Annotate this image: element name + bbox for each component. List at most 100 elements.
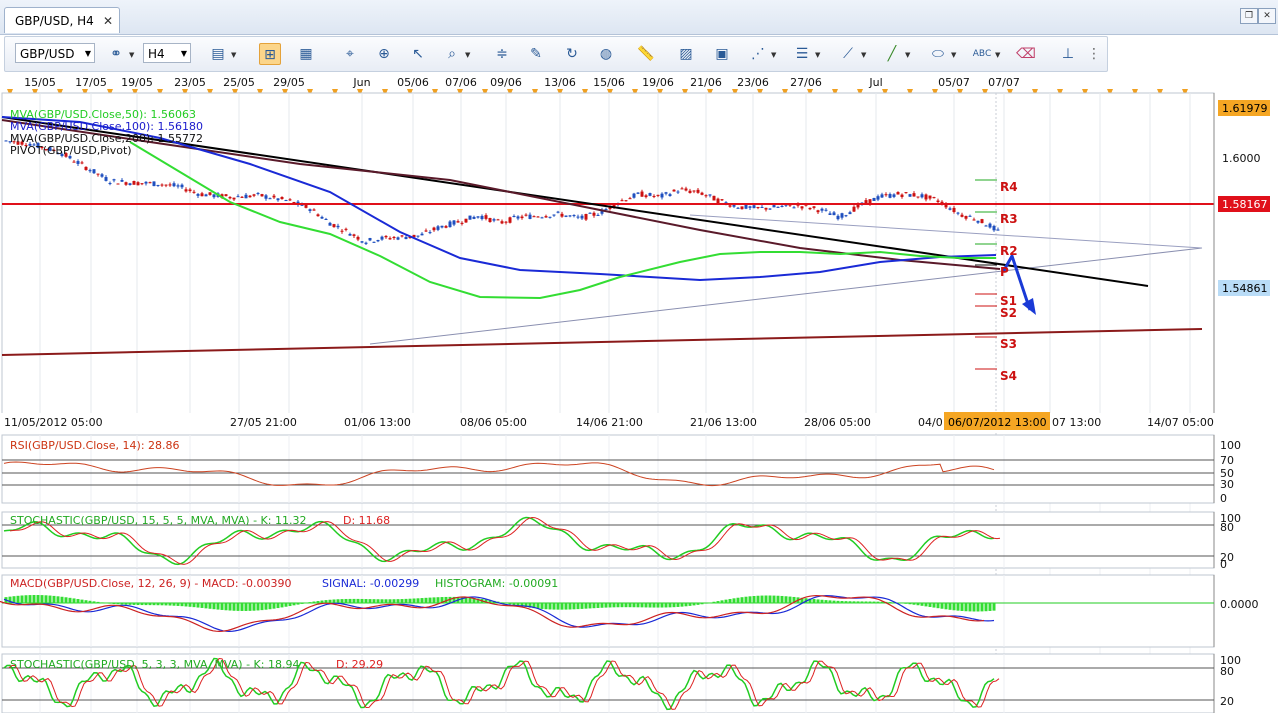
candle-body	[572, 215, 576, 217]
macd-histogram-bar	[872, 601, 876, 604]
panel-axis-label: 0.0000	[1220, 598, 1259, 611]
macd-histogram-bar	[124, 603, 128, 605]
candle-body	[520, 216, 524, 219]
bottom-date-label: 01/06 13:00	[344, 416, 411, 429]
restore-window-icon[interactable]: ❐	[1240, 8, 1258, 24]
candle-body	[676, 191, 680, 193]
macd-histogram-bar	[184, 603, 188, 607]
panel-axis-label: 80	[1220, 521, 1234, 534]
candle-body	[320, 216, 324, 219]
candle-body	[512, 215, 516, 217]
macd-histogram-bar	[768, 595, 772, 604]
candle-body	[368, 238, 372, 241]
indicator-icon[interactable]: ≑	[491, 43, 513, 65]
candle-body	[968, 215, 972, 217]
ruler-icon[interactable]: 📏	[635, 43, 657, 65]
macd-histogram-bar	[84, 600, 88, 604]
chart-type-icon[interactable]: ▤	[207, 43, 229, 65]
trendline-icon[interactable]: ⟋	[837, 43, 859, 65]
text-icon[interactable]: ABC	[971, 43, 993, 65]
macd-histogram-bar	[392, 599, 396, 604]
candle-body	[200, 193, 204, 197]
close-window-icon[interactable]: ✕	[1258, 8, 1276, 24]
candle-body	[492, 219, 496, 221]
cursor-icon[interactable]: ↖	[407, 43, 429, 65]
macd-histogram-bar	[316, 600, 320, 604]
chevron-down-icon[interactable]: ▼	[771, 51, 776, 59]
fibonacci-icon[interactable]: ⋰	[747, 43, 769, 65]
candle-body	[440, 225, 444, 228]
crosshair-icon[interactable]: ⌖	[339, 43, 361, 65]
refresh-icon[interactable]: ↻	[561, 43, 583, 65]
candle-body	[536, 216, 540, 218]
candle-body	[360, 241, 364, 243]
macd-histogram-bar	[840, 601, 844, 604]
chevron-down-icon[interactable]: ▼	[129, 51, 134, 59]
toolbar-overflow-icon[interactable]: ⋮	[1087, 43, 1101, 65]
top-date-label: 05/07	[938, 76, 970, 89]
candle-body	[80, 162, 84, 164]
magnifier-icon[interactable]: ⌕	[441, 43, 463, 65]
zoom-fit-icon[interactable]: ⊞	[259, 43, 281, 65]
candle-body	[472, 216, 476, 219]
macd-histogram-bar	[736, 597, 740, 604]
macd-histogram-bar	[616, 603, 620, 608]
candle-body	[912, 193, 916, 197]
chevron-down-icon[interactable]: ▼	[465, 51, 470, 59]
chart-tab[interactable]: GBP/USD, H4 ✕	[4, 7, 120, 33]
macd-histogram-bar	[776, 595, 780, 604]
candle-body	[356, 236, 360, 240]
chart-area[interactable]: 15/05 17/05 19/05 23/05 25/05 29/05 Jun 05/06 07…	[0, 72, 1278, 714]
shape-icon[interactable]: ⬭	[927, 43, 949, 65]
chevron-down-icon[interactable]: ▼	[951, 51, 956, 59]
macd-histogram-bar	[32, 595, 36, 604]
chevron-down-icon[interactable]: ▼	[815, 51, 820, 59]
pen-icon[interactable]: ╱	[881, 43, 903, 65]
candle-body	[316, 214, 320, 217]
candle-body	[604, 209, 608, 211]
window-titlebar: GBP/USD, H4 ✕ ❐ ✕	[0, 0, 1278, 35]
candle-body	[684, 188, 688, 191]
macd-histogram-bar	[820, 599, 824, 604]
lines-icon[interactable]: ☰	[791, 43, 813, 65]
candle-body	[992, 226, 996, 231]
data-window-icon[interactable]: ▦	[295, 43, 317, 65]
candle-body	[840, 213, 844, 218]
top-date-label: 25/05	[223, 76, 255, 89]
candle-body	[372, 241, 376, 243]
symbol-select[interactable]: GBP/USD ▼	[15, 43, 95, 63]
candle-body	[540, 217, 544, 219]
chevron-down-icon[interactable]: ▼	[905, 51, 910, 59]
candle-body	[516, 216, 520, 219]
eraser-icon[interactable]: ⌫	[1015, 43, 1037, 65]
macd-histogram-bar	[120, 603, 124, 605]
chart-toolbar: GBP/USD ▼ ⚭ ▼ H4 ▼ ▤ ▼ ⊞ ▦ ⌖ ⊕ ↖ ⌕ ▼ ≑ ✎ ↻…	[4, 36, 1108, 72]
draw-icon[interactable]: ✎	[525, 43, 547, 65]
globe-icon[interactable]: ◍	[595, 43, 617, 65]
template-icon[interactable]: ▣	[711, 43, 733, 65]
chevron-down-icon[interactable]: ▼	[231, 51, 236, 59]
candle-body	[900, 194, 904, 197]
macd-histogram-bar	[204, 603, 208, 609]
candle-body	[680, 188, 684, 190]
chart-canvas[interactable]: 15/05 17/05 19/05 23/05 25/05 29/05 Jun 05/06 07…	[0, 72, 1278, 714]
macd-histogram-bar	[360, 598, 364, 604]
macd-histogram-bar	[256, 603, 260, 611]
chevron-down-icon[interactable]: ▼	[995, 51, 1000, 59]
macd-histogram-bar	[936, 603, 940, 609]
candle-body	[652, 195, 656, 197]
candle-body	[444, 226, 448, 228]
tree-icon[interactable]: ⊥	[1057, 43, 1079, 65]
candle-body	[284, 200, 288, 202]
zoom-in-icon[interactable]: ⊕	[373, 43, 395, 65]
top-date-label: 13/06	[544, 76, 576, 89]
candle-body	[828, 213, 832, 215]
link-icon[interactable]: ⚭	[105, 43, 127, 65]
macd-histogram-bar	[704, 603, 708, 604]
tab-close-icon[interactable]: ✕	[103, 8, 113, 34]
timeframe-select[interactable]: H4 ▼	[143, 43, 191, 63]
chevron-down-icon[interactable]: ▼	[861, 51, 866, 59]
candle-body	[916, 196, 920, 198]
image-icon[interactable]: ▨	[675, 43, 697, 65]
pivot-label-p: P	[1000, 265, 1009, 279]
